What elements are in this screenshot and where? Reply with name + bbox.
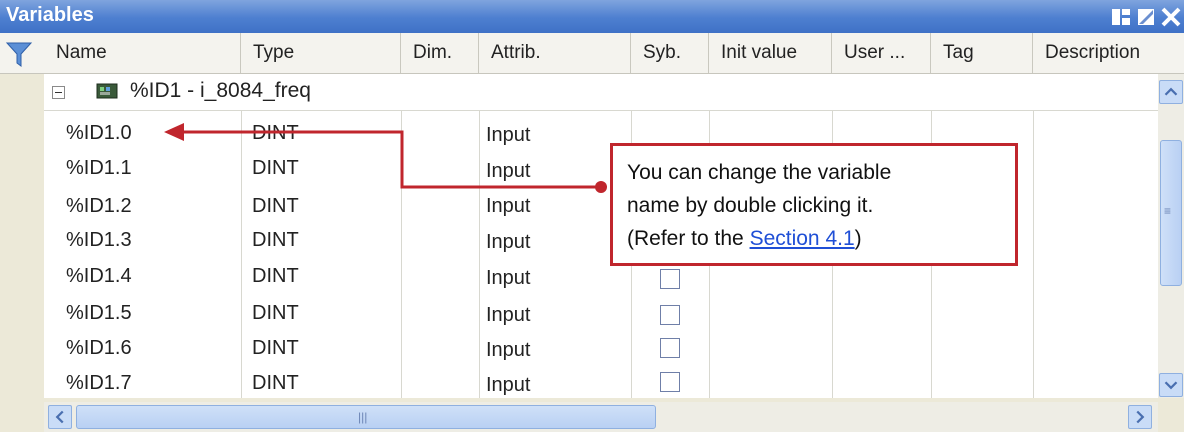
callout-text: ) xyxy=(854,227,862,250)
callout-line: name by double clicking it. xyxy=(627,194,874,217)
callout-text: (Refer to the xyxy=(627,227,750,250)
annotation-callout: You can change the variable name by doub… xyxy=(610,143,1018,266)
section-link[interactable]: Section 4.1 xyxy=(750,227,855,250)
callout-line: (Refer to the Section 4.1) xyxy=(627,222,1001,255)
variables-panel: Variables Name Type Dim. Attrib. Syb. In… xyxy=(0,0,1184,432)
callout-line: You can change the variable xyxy=(627,161,892,184)
